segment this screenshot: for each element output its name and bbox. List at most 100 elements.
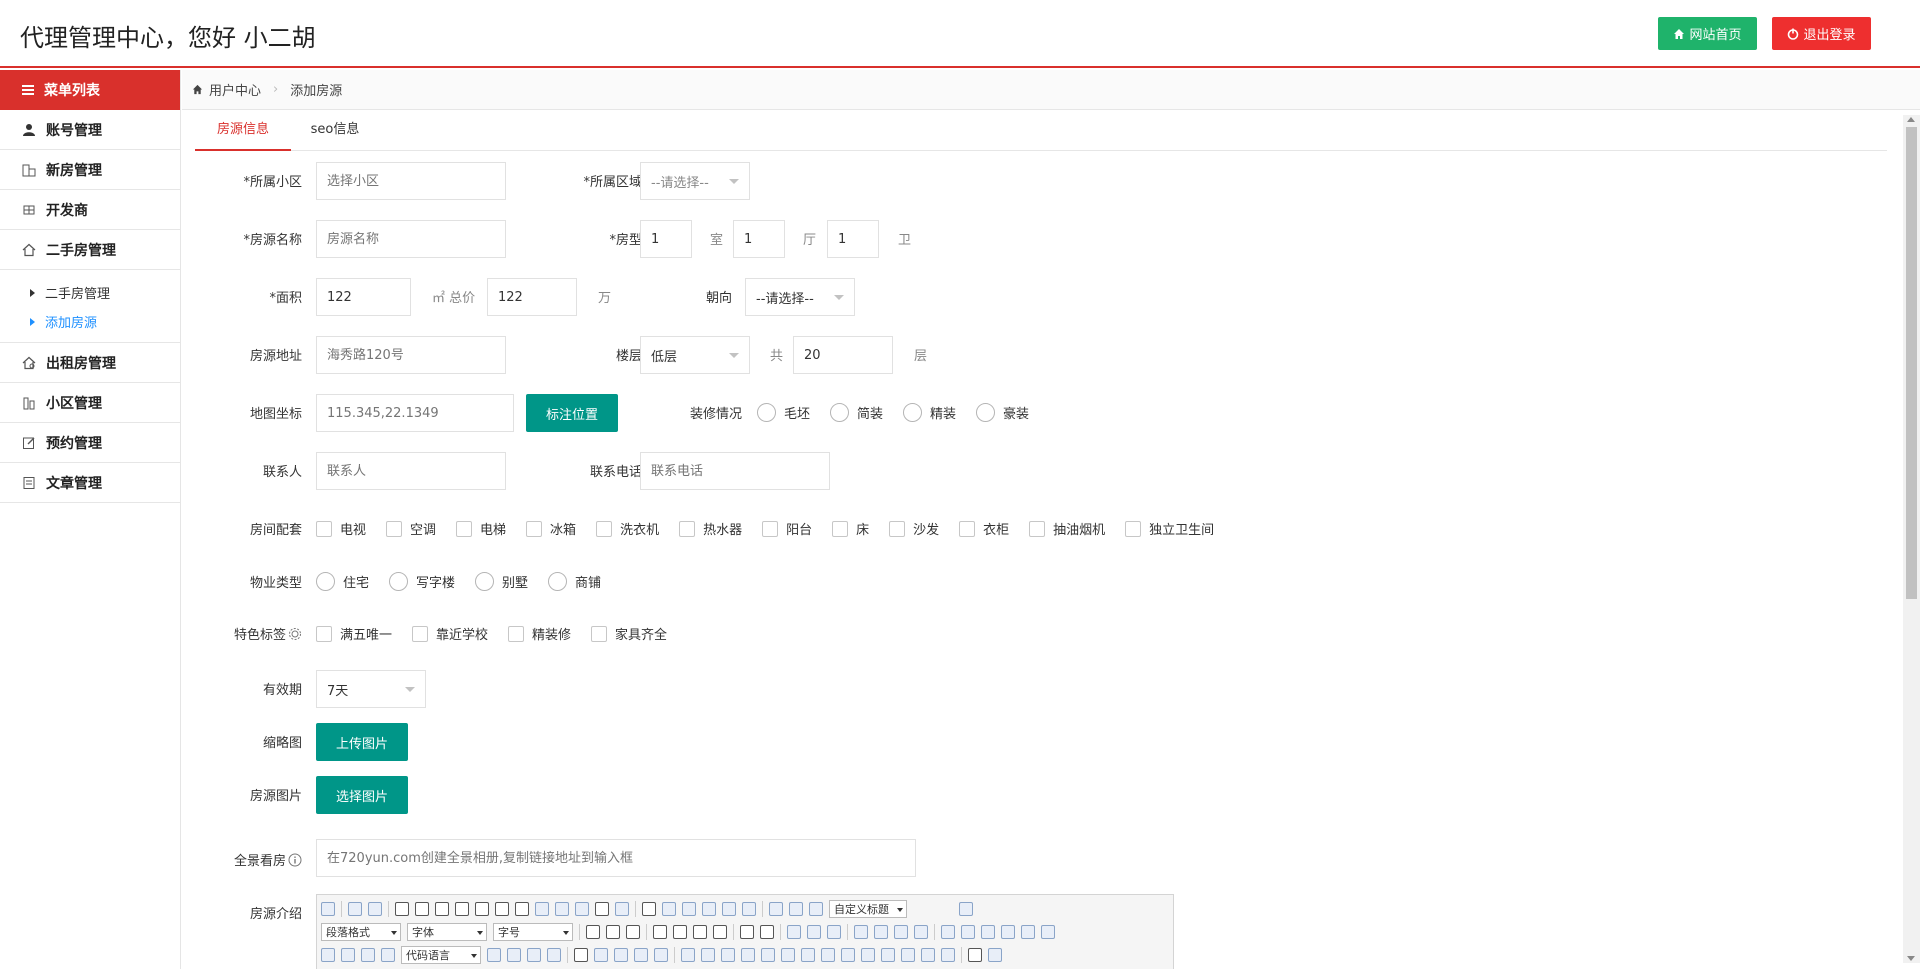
scrollbar-thumb[interactable] [1906,127,1917,599]
orientation-select[interactable]: --请选择-- [745,278,855,316]
sidebar-item-rental[interactable]: 出租房管理 [0,343,180,383]
facility-checkbox[interactable]: 床 [832,519,869,538]
background-icon[interactable] [547,948,561,962]
facility-checkbox[interactable]: 阳台 [762,519,812,538]
anchor-icon[interactable] [827,925,841,939]
special-chars-icon[interactable] [634,948,648,962]
fullscreen-icon[interactable] [959,902,973,916]
quote-icon[interactable] [595,902,609,916]
border-icon[interactable] [455,902,469,916]
subscript-icon[interactable] [515,902,529,916]
decoration-option-fine[interactable]: 精装 [903,403,956,422]
sidebar-item-developer[interactable]: 开发商 [0,190,180,230]
link-icon[interactable] [787,925,801,939]
split-cells-icon[interactable] [881,948,895,962]
font-color-icon[interactable] [642,902,656,916]
strikethrough-icon[interactable] [475,902,489,916]
pagebreak-icon[interactable] [507,948,521,962]
contact-input[interactable] [316,452,506,490]
facility-checkbox[interactable]: 空调 [386,519,436,538]
image-center-icon[interactable] [914,925,928,939]
clear-doc-icon[interactable] [742,902,756,916]
facility-checkbox[interactable]: 抽油烟机 [1029,519,1105,538]
address-input[interactable] [316,336,506,374]
split-rows-icon[interactable] [901,948,915,962]
bold-icon[interactable] [395,902,409,916]
lowercase-icon[interactable] [760,925,774,939]
image-right-icon[interactable] [894,925,908,939]
facility-checkbox[interactable]: 电梯 [456,519,506,538]
snapscreen-icon[interactable] [654,948,668,962]
facility-checkbox[interactable]: 热水器 [679,519,742,538]
rtl-icon[interactable] [606,925,620,939]
underline-icon[interactable] [435,902,449,916]
indent-icon[interactable] [626,925,640,939]
map-icon[interactable] [341,948,355,962]
preview-icon[interactable] [988,948,1002,962]
rich-text-editor[interactable]: 自定义标题 段落格式 字体 字号 代码语言 [316,894,1174,969]
property-type-radio[interactable]: 住宅 [316,572,369,591]
facility-checkbox[interactable]: 沙发 [889,519,939,538]
facility-checkbox[interactable]: 洗衣机 [596,519,659,538]
website-home-button[interactable]: 网站首页 [1658,17,1757,50]
eraser-icon[interactable] [535,902,549,916]
tag-checkbox[interactable]: 靠近学校 [412,624,488,643]
tab-listing-info[interactable]: 房源信息 [195,111,291,151]
time-icon[interactable] [614,948,628,962]
emotion-icon[interactable] [981,925,995,939]
uppercase-icon[interactable] [740,925,754,939]
mark-location-button[interactable]: 标注位置 [526,394,618,432]
floor-total-input[interactable] [793,336,893,374]
insert-image-icon[interactable] [961,925,975,939]
insert-video-icon[interactable] [1021,925,1035,939]
tab-seo-info[interactable]: seo信息 [295,111,375,151]
floor-select[interactable]: 低层 [640,336,750,374]
redo-icon[interactable] [368,902,382,916]
align-center-icon[interactable] [673,925,687,939]
font-family-dropdown[interactable]: 字体 [407,923,487,941]
phone-input[interactable] [640,452,830,490]
coords-input[interactable] [316,394,514,432]
sidebar-subitem-add-listing[interactable]: 添加房源 [0,307,180,336]
paste-plain-icon[interactable] [615,902,629,916]
simple-upload-icon[interactable] [941,925,955,939]
html-source-icon[interactable] [321,902,335,916]
italic-icon[interactable] [415,902,429,916]
superscript-icon[interactable] [495,902,509,916]
validity-select[interactable]: 7天 [316,670,426,708]
decoration-option-rough[interactable]: 毛坯 [757,403,810,422]
size-input[interactable] [316,278,411,316]
halls-input[interactable] [733,220,785,258]
sidebar-item-article[interactable]: 文章管理 [0,463,180,503]
sidebar-item-secondhand[interactable]: 二手房管理 [0,230,180,270]
ordered-list-icon[interactable] [682,902,696,916]
select-image-button[interactable]: 选择图片 [316,776,408,814]
property-type-radio[interactable]: 别墅 [475,572,528,591]
custom-title-dropdown[interactable]: 自定义标题 [829,900,907,918]
sidebar-subitem-secondhand-manage[interactable]: 二手房管理 [0,278,180,307]
gear-icon[interactable] [288,627,302,641]
music-icon[interactable] [1041,925,1055,939]
scroll-up-icon[interactable] [1907,117,1915,122]
insert-paragraph-icon[interactable] [721,948,735,962]
date-icon[interactable] [594,948,608,962]
charts-icon[interactable] [941,948,955,962]
image-left-icon[interactable] [874,925,888,939]
merge-down-icon[interactable] [861,948,875,962]
image-none-icon[interactable] [854,925,868,939]
tag-checkbox[interactable]: 精装修 [508,624,571,643]
price-input[interactable] [487,278,577,316]
sidebar-item-community[interactable]: 小区管理 [0,383,180,423]
line-height-icon[interactable] [809,902,823,916]
highlight-icon[interactable] [662,902,676,916]
delete-row-icon[interactable] [761,948,775,962]
content-scrollbar[interactable] [1903,115,1920,963]
baths-input[interactable] [827,220,879,258]
paragraph-format-dropdown[interactable]: 段落格式 [321,923,401,941]
rooms-input[interactable] [640,220,692,258]
decoration-option-simple[interactable]: 简装 [830,403,883,422]
align-left-icon[interactable] [653,925,667,939]
scroll-down-icon[interactable] [1907,956,1915,961]
delete-table-icon[interactable] [701,948,715,962]
area-select[interactable]: --请选择-- [640,162,750,200]
